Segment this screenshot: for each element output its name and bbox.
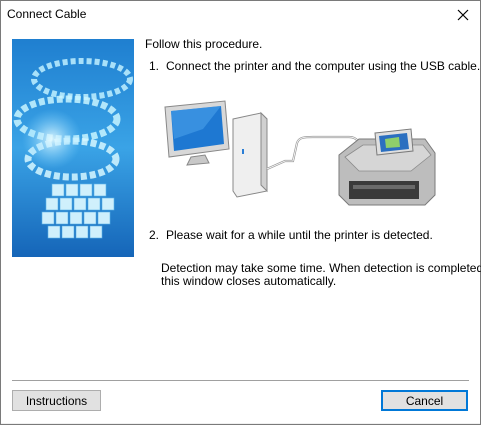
step-2-number: 2.: [149, 228, 160, 242]
canon-spiral-banner: [12, 39, 134, 257]
cancel-button[interactable]: Cancel: [381, 390, 468, 411]
detection-note-line-1: Detection may take some time. When detec…: [161, 261, 481, 275]
computer-icon: [164, 100, 268, 198]
step-2-text: Please wait for a while until the printe…: [166, 228, 433, 242]
detection-note-line-2: this window closes automatically.: [161, 274, 337, 288]
step-1-text: Connect the printer and the computer usi…: [166, 59, 481, 73]
printer-icon: [338, 128, 436, 206]
connect-cable-dialog: Connect Cable Follow this procedure. 1. …: [0, 0, 481, 425]
separator: [12, 380, 469, 382]
window-title: Connect Cable: [7, 7, 87, 21]
dialog-content: Follow this procedure. 1. Connect the pr…: [1, 29, 481, 423]
intro-text: Follow this procedure.: [145, 37, 263, 51]
instructions-button[interactable]: Instructions: [12, 390, 101, 411]
connection-illustration: [164, 100, 436, 206]
close-icon: [457, 9, 469, 21]
close-button[interactable]: [446, 1, 480, 29]
step-1-number: 1.: [149, 59, 160, 73]
title-bar: Connect Cable: [1, 1, 480, 29]
